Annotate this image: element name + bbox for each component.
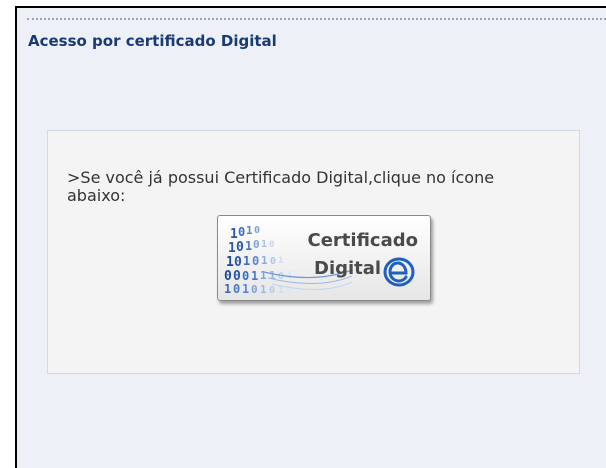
svg-text:1: 1 <box>228 241 236 256</box>
certificate-button-label-line2: Digital <box>314 258 382 279</box>
e-cpf-logo-icon <box>383 257 415 287</box>
svg-text:0: 0 <box>269 240 274 250</box>
svg-text:0: 0 <box>234 255 242 270</box>
svg-text:0: 0 <box>238 225 245 239</box>
svg-text:0: 0 <box>236 240 244 255</box>
svg-text:0: 0 <box>242 269 249 283</box>
svg-text:0: 0 <box>251 283 258 296</box>
svg-text:1: 1 <box>245 239 252 253</box>
svg-text:1: 1 <box>261 254 268 267</box>
svg-text:1: 1 <box>260 283 267 296</box>
certificate-access-panel: Acesso por certificado Digital >Se você … <box>15 6 606 468</box>
svg-text:1: 1 <box>224 282 231 296</box>
svg-text:0: 0 <box>269 285 275 296</box>
svg-text:0: 0 <box>270 256 276 267</box>
panel-title: Acesso por certificado Digital <box>28 32 277 50</box>
certificate-button-label-line1: Certificado <box>307 230 418 251</box>
svg-text:0: 0 <box>233 282 240 296</box>
svg-text:1: 1 <box>251 269 258 283</box>
svg-text:1: 1 <box>226 255 234 270</box>
svg-text:1: 1 <box>278 256 283 266</box>
dotted-divider <box>27 18 606 20</box>
digital-certificate-button[interactable]: 1 0 1 0 1 0 1 0 1 0 1 0 1 0 1 0 1 0 0 0 … <box>217 215 431 301</box>
svg-text:0: 0 <box>252 254 259 268</box>
svg-text:1: 1 <box>260 269 267 282</box>
svg-text:1: 1 <box>261 239 267 250</box>
svg-text:0: 0 <box>253 238 260 251</box>
svg-text:0: 0 <box>254 225 260 236</box>
instruction-text: >Se você já possui Certificado Digital,c… <box>67 168 495 205</box>
svg-text:1: 1 <box>246 224 253 237</box>
content-box: >Se você já possui Certificado Digital,c… <box>47 130 580 374</box>
svg-text:1: 1 <box>243 254 250 268</box>
svg-text:1: 1 <box>242 282 249 296</box>
